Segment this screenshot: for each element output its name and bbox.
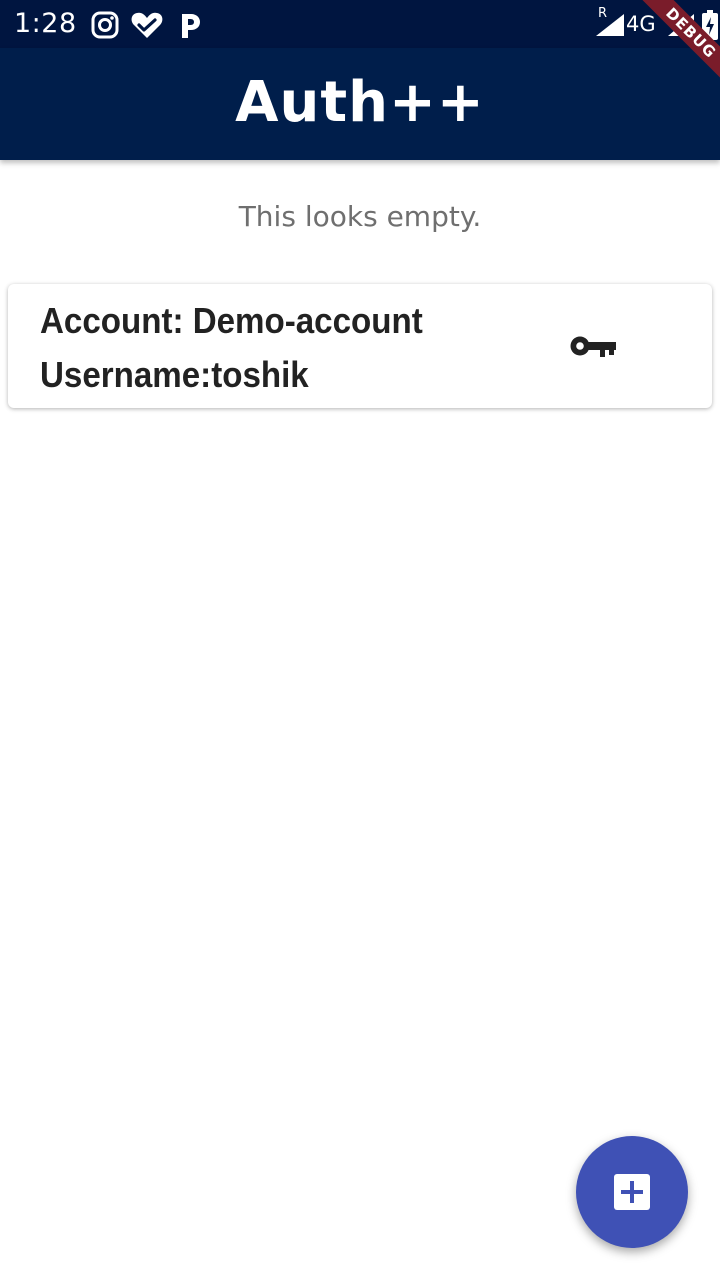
- account-name: Account: Demo-account: [40, 300, 423, 341]
- network-type: 4G: [626, 12, 656, 36]
- status-time: 1:28: [14, 8, 77, 39]
- account-card[interactable]: Account: Demo-account Username:toshik: [8, 284, 712, 408]
- p-icon: [178, 10, 202, 40]
- app-title: Auth++: [235, 70, 485, 135]
- account-username: Username:toshik: [40, 354, 309, 395]
- app-screen: 1:28 R 4G Auth++ DEBUG This looks empty.…: [0, 0, 720, 1280]
- app-bar: Auth++: [0, 48, 720, 160]
- add-account-button[interactable]: [576, 1136, 688, 1248]
- signal-icon: [594, 12, 626, 38]
- add-box-icon: [614, 1174, 650, 1210]
- empty-message: This looks empty.: [238, 200, 482, 233]
- instagram-icon: [90, 10, 120, 40]
- heart-check-icon: [130, 10, 164, 40]
- status-bar: 1:28 R 4G: [0, 0, 720, 48]
- key-icon[interactable]: [570, 334, 616, 358]
